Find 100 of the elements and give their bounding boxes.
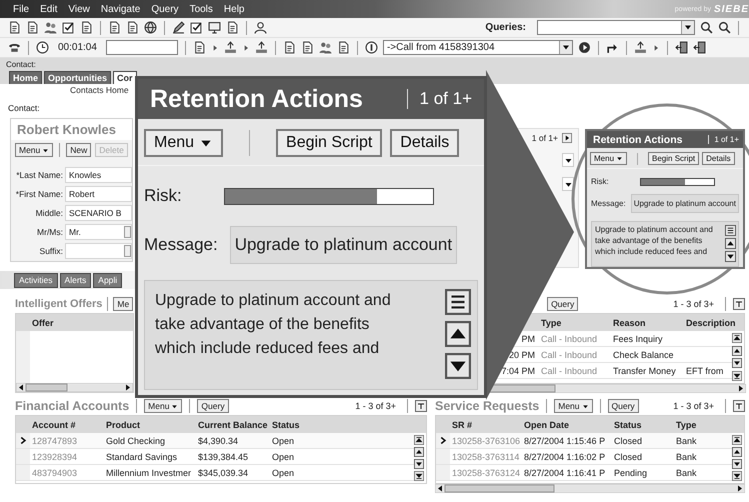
scroll-top-icon[interactable] bbox=[732, 435, 742, 445]
scroll-down-icon[interactable] bbox=[732, 459, 742, 469]
view-tab[interactable]: Appli bbox=[93, 272, 122, 288]
action-button[interactable]: Details bbox=[390, 129, 460, 157]
scroll-bottom-icon[interactable] bbox=[732, 471, 742, 481]
pencil-icon[interactable] bbox=[172, 21, 185, 34]
input-field[interactable] bbox=[106, 40, 178, 55]
menu-item[interactable]: File bbox=[12, 4, 30, 14]
horizontal-scrollbar[interactable] bbox=[435, 484, 745, 493]
scroll-up-icon[interactable] bbox=[732, 447, 742, 457]
table-row[interactable]: 130258-3763124 8/27/2004 1:16:41 P Pending Bank bbox=[436, 465, 732, 481]
check-icon[interactable] bbox=[62, 21, 75, 34]
caret-right-icon[interactable] bbox=[652, 44, 660, 52]
scroll-up-icon[interactable] bbox=[725, 238, 736, 249]
info-icon[interactable] bbox=[364, 41, 378, 54]
document-icon[interactable] bbox=[108, 21, 121, 34]
call-dropdown[interactable]: ->Call from 4158391304 bbox=[382, 40, 573, 55]
phone-icon[interactable] bbox=[8, 41, 21, 54]
queries-dropdown[interactable] bbox=[537, 20, 695, 35]
table-row[interactable]: 128747893 Gold Checking $4,390.34 Open bbox=[16, 433, 414, 449]
table-row[interactable]: 130258-3763106 8/27/2004 1:15:46 P Closed Bank bbox=[436, 433, 732, 449]
screen-tab[interactable]: Opportunities bbox=[44, 71, 112, 84]
monitor-icon[interactable] bbox=[208, 21, 221, 34]
table-row[interactable]: 130258-3763114 8/27/2004 1:16:02 P Closed Bank bbox=[436, 449, 732, 465]
tray-icon[interactable] bbox=[634, 41, 647, 54]
scroll-up-icon[interactable] bbox=[732, 346, 742, 356]
document-icon[interactable] bbox=[126, 21, 139, 34]
caret-right-icon[interactable] bbox=[210, 44, 219, 52]
action-button[interactable]: Begin Script bbox=[276, 129, 382, 157]
menu-item[interactable]: Help bbox=[222, 4, 246, 14]
document-icon[interactable] bbox=[226, 21, 239, 34]
list-icon[interactable] bbox=[445, 289, 471, 315]
scroll-up-icon[interactable] bbox=[414, 447, 424, 457]
list-icon[interactable] bbox=[725, 225, 736, 236]
document-icon[interactable] bbox=[300, 41, 314, 54]
form-button[interactable]: New bbox=[66, 143, 92, 157]
query-button[interactable]: Query bbox=[197, 399, 229, 413]
scroll-up-icon[interactable] bbox=[445, 321, 471, 347]
document-icon[interactable] bbox=[80, 21, 93, 34]
scroll-down-icon[interactable] bbox=[732, 358, 742, 368]
screen-tab[interactable]: Home bbox=[9, 71, 42, 84]
input-field[interactable] bbox=[562, 153, 574, 167]
action-button[interactable]: Details bbox=[702, 152, 735, 165]
action-button[interactable]: Begin Script bbox=[648, 152, 700, 165]
document-icon[interactable] bbox=[192, 41, 206, 54]
scroll-down-icon[interactable] bbox=[725, 251, 736, 262]
person-icon[interactable] bbox=[254, 21, 267, 34]
input-field[interactable]: Robert bbox=[65, 186, 132, 202]
contacts-home-link[interactable]: Contacts Home bbox=[70, 85, 129, 95]
menu-item[interactable]: Tools bbox=[188, 4, 214, 14]
menu-item[interactable]: Navigate bbox=[100, 4, 142, 14]
menu-button[interactable]: Menu bbox=[15, 143, 54, 157]
search-icon[interactable] bbox=[700, 21, 713, 34]
door-icon[interactable] bbox=[674, 41, 688, 54]
people-icon[interactable] bbox=[44, 21, 57, 34]
tray-icon[interactable] bbox=[224, 41, 237, 54]
scroll-bottom-icon[interactable] bbox=[414, 471, 424, 481]
document-icon[interactable] bbox=[26, 21, 39, 34]
document-icon[interactable] bbox=[336, 41, 350, 54]
horizontal-scrollbar[interactable] bbox=[16, 383, 133, 392]
menu-item[interactable]: Query bbox=[150, 4, 180, 14]
input-field[interactable]: SCENARIO B bbox=[65, 205, 132, 221]
caret-right-icon[interactable] bbox=[242, 44, 250, 52]
view-tab[interactable]: Activities bbox=[14, 272, 58, 288]
menu-button[interactable]: Me bbox=[113, 297, 134, 311]
menu-button[interactable]: Menu bbox=[554, 399, 592, 413]
input-field[interactable]: Mr. bbox=[65, 224, 132, 240]
scroll-down-icon[interactable] bbox=[414, 459, 424, 469]
query-button[interactable]: Query bbox=[547, 297, 578, 311]
list-toggle-icon[interactable] bbox=[733, 298, 745, 310]
menu-button[interactable]: Menu bbox=[590, 152, 628, 165]
menu-button[interactable]: Menu bbox=[144, 129, 224, 157]
screen-tab[interactable]: Cor bbox=[113, 71, 137, 84]
search-icon[interactable] bbox=[718, 21, 731, 34]
list-toggle-icon[interactable] bbox=[733, 400, 745, 412]
scroll-top-icon[interactable] bbox=[414, 435, 424, 445]
clock-icon[interactable] bbox=[36, 41, 49, 54]
input-field[interactable] bbox=[562, 177, 574, 191]
list-toggle-icon[interactable] bbox=[415, 400, 427, 412]
scroll-top-icon[interactable] bbox=[732, 333, 742, 343]
people-icon[interactable] bbox=[318, 41, 332, 54]
tray-icon[interactable] bbox=[254, 41, 268, 54]
document-icon[interactable] bbox=[282, 41, 296, 54]
next-icon[interactable] bbox=[562, 133, 572, 143]
view-tab[interactable]: Alerts bbox=[60, 272, 92, 288]
menu-item[interactable]: Edit bbox=[39, 4, 58, 14]
door-icon[interactable] bbox=[692, 41, 706, 54]
menu-button[interactable]: Menu bbox=[144, 399, 182, 413]
menu-item[interactable]: View bbox=[67, 4, 91, 14]
table-row[interactable]: 483794903 Millennium Investmer $345,039.34 Open bbox=[16, 465, 414, 481]
query-button[interactable]: Query bbox=[608, 399, 639, 413]
check-icon[interactable] bbox=[190, 21, 203, 34]
table-row[interactable]: 123928394 Standard Savings $139,384.45 Open bbox=[16, 449, 414, 465]
row-selector[interactable] bbox=[436, 433, 450, 448]
row-selector[interactable] bbox=[16, 433, 30, 448]
scroll-down-icon[interactable] bbox=[445, 353, 471, 379]
go-icon[interactable] bbox=[578, 41, 591, 54]
input-field[interactable]: Knowles bbox=[65, 167, 132, 183]
document-icon[interactable] bbox=[8, 21, 21, 34]
scroll-bottom-icon[interactable] bbox=[732, 370, 742, 381]
